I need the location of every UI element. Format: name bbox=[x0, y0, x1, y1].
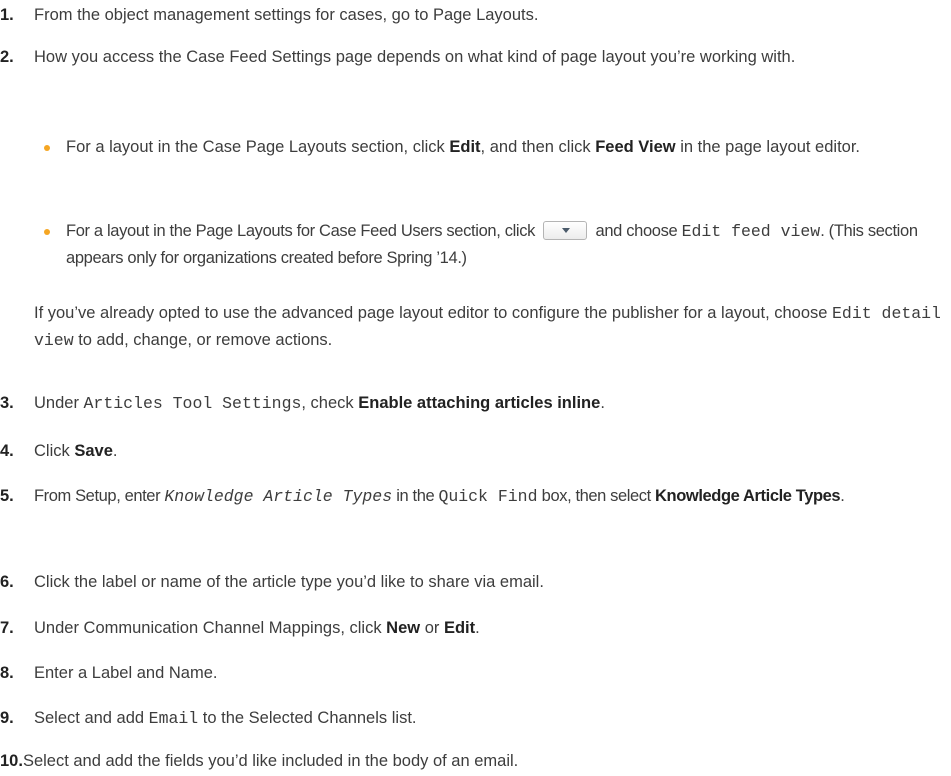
ui-field-name: Quick Find bbox=[438, 487, 538, 506]
ui-setting-name: Articles Tool Settings bbox=[83, 394, 302, 413]
step-number: 7. bbox=[0, 619, 14, 637]
chevron-down-icon bbox=[562, 227, 571, 233]
step-note: If you’ve already opted to use the advan… bbox=[34, 304, 941, 350]
ui-label: Edit bbox=[449, 138, 481, 156]
step-number: 2. bbox=[0, 48, 14, 66]
step-number: 4. bbox=[0, 442, 14, 460]
ui-label: Save bbox=[74, 442, 113, 460]
ui-label: Feed View bbox=[595, 138, 676, 156]
dropdown-menu-button[interactable] bbox=[543, 220, 588, 240]
procedure-document: 1. From the object management settings f… bbox=[0, 0, 951, 776]
bullet-dot-icon bbox=[44, 145, 50, 151]
bullet-dot-icon bbox=[44, 229, 50, 235]
step-7: 7. Under Communication Channel Mappings,… bbox=[0, 615, 945, 642]
step-text: Click the label or name of the article t… bbox=[34, 573, 544, 591]
ui-label: Edit bbox=[443, 619, 476, 637]
step-text: From Setup, enter Knowledge Article Type… bbox=[34, 487, 845, 506]
step-text: Under Articles Tool Settings, check Enab… bbox=[34, 394, 605, 413]
step-number: 8. bbox=[0, 664, 14, 682]
ui-label: Knowledge Article Types bbox=[655, 487, 841, 505]
step-10: 10.Select and add the fields you’d like … bbox=[0, 748, 945, 775]
ui-command: Edit feed view bbox=[681, 222, 821, 241]
step-9: 9. Select and add Email to the Selected … bbox=[0, 705, 945, 732]
bullet-item: For a layout in the Page Layouts for Cas… bbox=[44, 218, 946, 272]
step-4: 4. Click Save. bbox=[0, 438, 945, 465]
step-8: 8. Enter a Label and Name. bbox=[0, 660, 945, 687]
search-term: Knowledge Article Types bbox=[164, 487, 393, 506]
step-number: 10. bbox=[0, 752, 23, 770]
step-6: 6. Click the label or name of the articl… bbox=[0, 569, 945, 596]
ui-label: Enable attaching articles inline bbox=[358, 394, 601, 412]
step-text: Enter a Label and Name. bbox=[34, 664, 218, 682]
step-5: 5. From Setup, enter Knowledge Article T… bbox=[0, 483, 945, 510]
step-number: 1. bbox=[0, 6, 14, 24]
step-number: 9. bbox=[0, 709, 14, 727]
step-text: Click Save. bbox=[34, 442, 118, 460]
bullet-item: For a layout in the Case Page Layouts se… bbox=[44, 134, 946, 161]
step-3: 3. Under Articles Tool Settings, check E… bbox=[0, 390, 945, 417]
step-text: Select and add Email to the Selected Cha… bbox=[34, 709, 417, 728]
step-2: 2. How you access the Case Feed Settings… bbox=[0, 44, 945, 71]
step-number: 5. bbox=[0, 487, 14, 505]
step-text: Under Communication Channel Mappings, cl… bbox=[34, 619, 480, 637]
ui-label: New bbox=[386, 619, 421, 637]
step-text: From the object management settings for … bbox=[34, 6, 539, 24]
step-text: How you access the Case Feed Settings pa… bbox=[34, 48, 796, 66]
step-number: 6. bbox=[0, 573, 14, 591]
step-1: 1. From the object management settings f… bbox=[0, 2, 945, 29]
step-text: 10.Select and add the fields you’d like … bbox=[0, 752, 519, 770]
step-number: 3. bbox=[0, 394, 14, 412]
ui-channel-name: Email bbox=[148, 709, 199, 728]
